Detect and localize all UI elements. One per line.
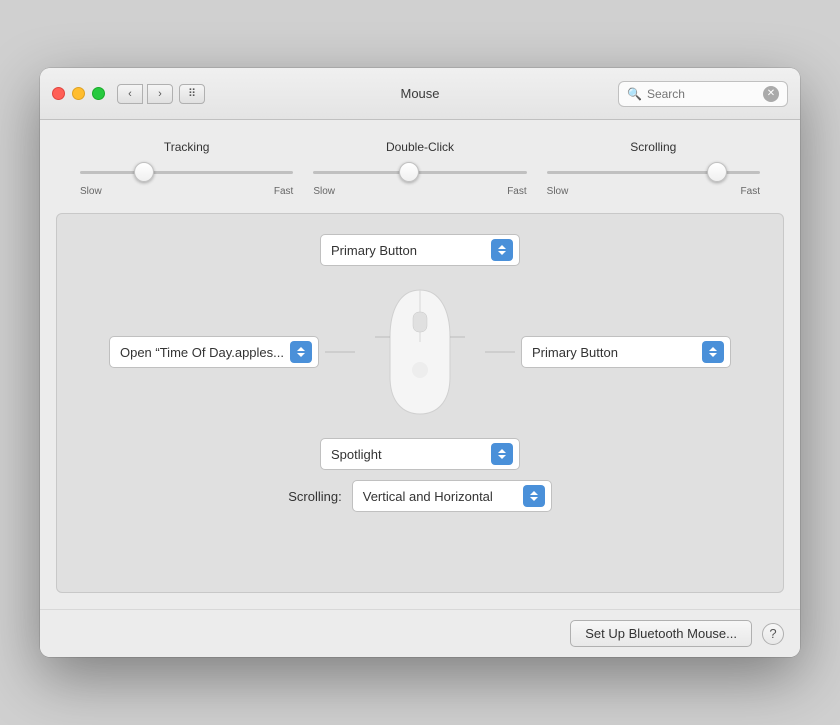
double-click-slow-label: Slow bbox=[313, 186, 335, 197]
right-dropdown-arrow bbox=[702, 341, 724, 363]
search-clear-button[interactable]: ✕ bbox=[763, 86, 779, 102]
scrolling-direction-text: Vertical and Horizontal bbox=[363, 489, 517, 504]
top-dropdown-container: Primary Button bbox=[77, 234, 763, 266]
right-arrow-down-icon bbox=[709, 353, 717, 357]
scrolling-range-labels: Slow Fast bbox=[547, 186, 760, 197]
back-button[interactable]: ‹ bbox=[117, 84, 143, 104]
bottom-bar: Set Up Bluetooth Mouse... ? bbox=[40, 609, 800, 657]
scrolling-slider-group: Scrolling Slow Fast bbox=[547, 140, 760, 197]
maximize-button[interactable] bbox=[92, 87, 105, 100]
top-dropdown-text: Primary Button bbox=[331, 243, 485, 258]
tracking-slider-thumb[interactable] bbox=[134, 162, 154, 182]
scrolling-direction-dropdown[interactable]: Vertical and Horizontal bbox=[352, 480, 552, 512]
left-dropdown-container: Open “Time Of Day.apples... bbox=[77, 336, 355, 368]
scrolling-slider-track bbox=[547, 171, 760, 174]
titlebar: ‹ › ⠿ Mouse 🔍 ✕ bbox=[40, 68, 800, 120]
forward-button[interactable]: › bbox=[147, 84, 173, 104]
traffic-lights bbox=[52, 87, 105, 100]
main-window: ‹ › ⠿ Mouse 🔍 ✕ Tracking Slow bbox=[40, 68, 800, 657]
window-title: Mouse bbox=[400, 86, 439, 101]
scrolling-arrow-up-icon bbox=[530, 491, 538, 495]
scrolling-slider-thumb[interactable] bbox=[707, 162, 727, 182]
tracking-label: Tracking bbox=[164, 140, 210, 154]
double-click-slider-group: Double-Click Slow Fast bbox=[313, 140, 526, 197]
arrow-down-icon bbox=[498, 251, 506, 255]
search-bar[interactable]: 🔍 ✕ bbox=[618, 81, 788, 107]
double-click-label: Double-Click bbox=[386, 140, 454, 154]
close-button[interactable] bbox=[52, 87, 65, 100]
spotlight-dropdown[interactable]: Spotlight bbox=[320, 438, 520, 470]
back-icon: ‹ bbox=[128, 88, 132, 100]
middle-row: Open “Time Of Day.apples... bbox=[77, 282, 763, 422]
tracking-slider-container bbox=[80, 162, 293, 182]
tracking-slider-track bbox=[80, 171, 293, 174]
left-connector-line bbox=[325, 351, 355, 353]
spotlight-arrow-up-icon bbox=[498, 449, 506, 453]
search-input[interactable] bbox=[647, 87, 758, 101]
left-dropdown-text: Open “Time Of Day.apples... bbox=[120, 345, 284, 360]
scrolling-fast-label: Fast bbox=[741, 186, 760, 197]
bottom-dropdowns: Spotlight Scrolling: Vertical and Horizo… bbox=[77, 438, 763, 512]
forward-icon: › bbox=[158, 88, 162, 100]
scrolling-arrow-down-icon bbox=[530, 497, 538, 501]
scrolling-slider-container bbox=[547, 162, 760, 182]
left-dropdown-arrow bbox=[290, 341, 312, 363]
search-icon: 🔍 bbox=[627, 87, 642, 101]
grid-icon: ⠿ bbox=[188, 87, 196, 100]
left-arrow-up-icon bbox=[297, 347, 305, 351]
scrolling-direction-label: Scrolling: bbox=[288, 489, 341, 504]
scrolling-speed-label: Scrolling bbox=[630, 140, 676, 154]
right-connector-line bbox=[485, 351, 515, 353]
help-button[interactable]: ? bbox=[762, 623, 784, 645]
nav-buttons: ‹ › bbox=[117, 84, 173, 104]
double-click-range-labels: Slow Fast bbox=[313, 186, 526, 197]
right-dropdown[interactable]: Primary Button bbox=[521, 336, 731, 368]
mouse-svg bbox=[375, 282, 465, 422]
double-click-slider-thumb[interactable] bbox=[399, 162, 419, 182]
left-dropdown[interactable]: Open “Time Of Day.apples... bbox=[109, 336, 319, 368]
tracking-range-labels: Slow Fast bbox=[80, 186, 293, 197]
mouse-image bbox=[365, 282, 475, 422]
grid-view-button[interactable]: ⠿ bbox=[179, 84, 205, 104]
sliders-section: Tracking Slow Fast Double-Click Slow Fa bbox=[40, 120, 800, 213]
setup-bluetooth-button[interactable]: Set Up Bluetooth Mouse... bbox=[570, 620, 752, 647]
double-click-slider-container bbox=[313, 162, 526, 182]
spotlight-dropdown-arrow bbox=[491, 443, 513, 465]
minimize-button[interactable] bbox=[72, 87, 85, 100]
double-click-slider-track bbox=[313, 171, 526, 174]
left-arrow-down-icon bbox=[297, 353, 305, 357]
mouse-config-area: Primary Button Open “Time Of Day.apples.… bbox=[56, 213, 784, 593]
tracking-slider-group: Tracking Slow Fast bbox=[80, 140, 293, 197]
scrolling-slow-label: Slow bbox=[547, 186, 569, 197]
right-dropdown-text: Primary Button bbox=[532, 345, 696, 360]
scrolling-dropdown-arrow bbox=[523, 485, 545, 507]
tracking-fast-label: Fast bbox=[274, 186, 293, 197]
top-dropdown-arrow bbox=[491, 239, 513, 261]
arrow-up-icon bbox=[498, 245, 506, 249]
tracking-slow-label: Slow bbox=[80, 186, 102, 197]
spotlight-arrow-down-icon bbox=[498, 455, 506, 459]
top-dropdown[interactable]: Primary Button bbox=[320, 234, 520, 266]
right-arrow-up-icon bbox=[709, 347, 717, 351]
double-click-fast-label: Fast bbox=[507, 186, 526, 197]
right-dropdown-container: Primary Button bbox=[485, 336, 763, 368]
scrolling-direction-row: Scrolling: Vertical and Horizontal bbox=[288, 480, 551, 512]
spotlight-dropdown-text: Spotlight bbox=[331, 447, 485, 462]
